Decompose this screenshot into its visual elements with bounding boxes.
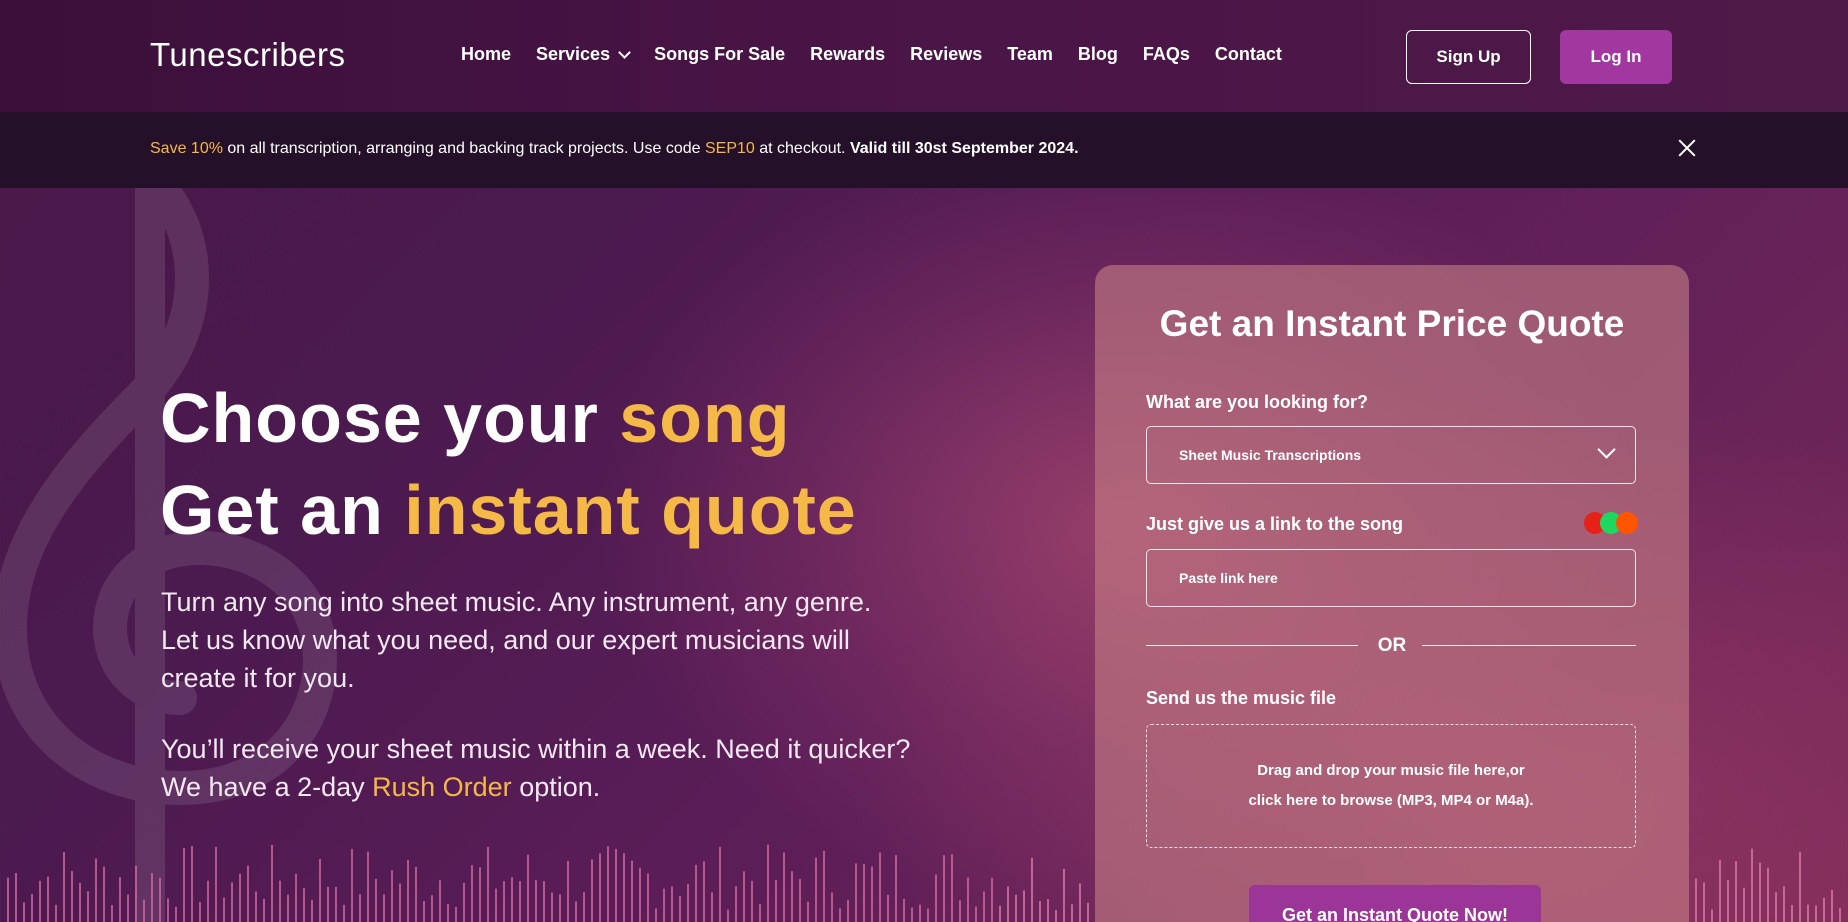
nav-item-label: FAQs <box>1142 44 1190 64</box>
chevron-down-icon <box>1597 440 1616 459</box>
drop-zone-text: Drag and drop your music file here,or <box>1257 762 1525 779</box>
chevron-down-icon <box>618 45 631 59</box>
music-file-label: Send us the music file <box>1146 688 1337 708</box>
delivery-text: option. <box>511 772 601 802</box>
promo-text-part: on all transcription, arranging and back… <box>222 140 705 157</box>
get-quote-button[interactable]: Get an Instant Quote Now! <box>1249 885 1541 922</box>
nav-item-faqs[interactable]: FAQs <box>1143 44 1190 65</box>
rush-order-link[interactable]: Rush Order <box>372 772 512 802</box>
nav-item-label: Services <box>536 44 611 64</box>
file-drop-zone[interactable]: Drag and drop your music file here,or cl… <box>1146 724 1636 848</box>
nav-item-rewards[interactable]: Rewards <box>810 44 885 65</box>
service-type-label: What are you looking for? <box>1146 392 1369 412</box>
hero-title-text: Get an <box>160 471 405 549</box>
logo[interactable]: Tunescribers <box>150 36 346 74</box>
hero-title-line-1: Choose your song <box>160 372 857 464</box>
drop-zone-text: click here to browse (MP3, MP4 or M4a). <box>1248 792 1534 809</box>
nav-item-label: Reviews <box>910 44 983 64</box>
promo-discount: Save 10% <box>150 140 223 157</box>
hero-title-line-2: Get an instant quote <box>160 464 857 556</box>
nav-item-blog[interactable]: Blog <box>1078 44 1118 65</box>
main-menu: Home Services Songs For Sale Rewards Rev… <box>461 44 1282 65</box>
promo-banner: Save 10% on all transcription, arranging… <box>0 112 1848 188</box>
nav-item-label: Team <box>1007 44 1053 64</box>
service-type-select[interactable]: Sheet Music Transcriptions <box>1146 426 1636 484</box>
sign-up-button[interactable]: Sign Up <box>1406 30 1531 84</box>
promo-code: SEP10 <box>704 140 755 157</box>
service-type-value: Sheet Music Transcriptions <box>1179 447 1362 463</box>
nav-item-reviews[interactable]: Reviews <box>910 44 982 65</box>
quote-card-title: Get an Instant Price Quote <box>1159 303 1625 344</box>
nav-item-team[interactable]: Team <box>1007 44 1053 65</box>
song-link-input[interactable] <box>1146 549 1636 607</box>
nav-item-label: Home <box>461 44 512 64</box>
nav-item-label: Rewards <box>810 44 886 64</box>
hero-title-text: Choose your <box>160 379 620 457</box>
hero-title-highlight: instant quote <box>404 471 857 549</box>
quote-card: Get an Instant Price Quote What are you … <box>1095 265 1689 922</box>
nav-item-services[interactable]: Services <box>536 44 631 65</box>
soundcloud-icon <box>1616 512 1638 534</box>
log-in-button[interactable]: Log In <box>1560 30 1672 84</box>
nav-item-label: Blog <box>1077 44 1118 64</box>
nav-item-contact[interactable]: Contact <box>1215 44 1282 65</box>
nav-item-songs-for-sale[interactable]: Songs For Sale <box>654 44 785 65</box>
promo-text-part: at checkout. <box>754 140 850 157</box>
source-icons <box>1584 512 1639 534</box>
promo-validity: Valid till 30st September 2024. <box>849 140 1079 157</box>
nav-item-label: Contact <box>1214 44 1282 64</box>
hero-delivery-note: You’ll receive your sheet music within a… <box>161 730 921 806</box>
hero-title: Choose your song Get an instant quote <box>160 372 857 556</box>
close-icon[interactable] <box>1676 137 1698 159</box>
top-navigation: Tunescribers Home Services Songs For Sal… <box>0 0 1848 112</box>
promo-text: Save 10% on all transcription, arranging… <box>150 140 1079 158</box>
divider <box>1422 645 1636 646</box>
or-separator: OR <box>1377 635 1407 656</box>
nav-item-home[interactable]: Home <box>461 44 511 65</box>
song-link-label: Just give us a link to the song <box>1146 514 1404 534</box>
hero-description: Turn any song into sheet music. Any inst… <box>161 587 872 693</box>
nav-item-label: Songs For Sale <box>654 44 786 64</box>
hero-title-highlight: song <box>619 379 791 457</box>
